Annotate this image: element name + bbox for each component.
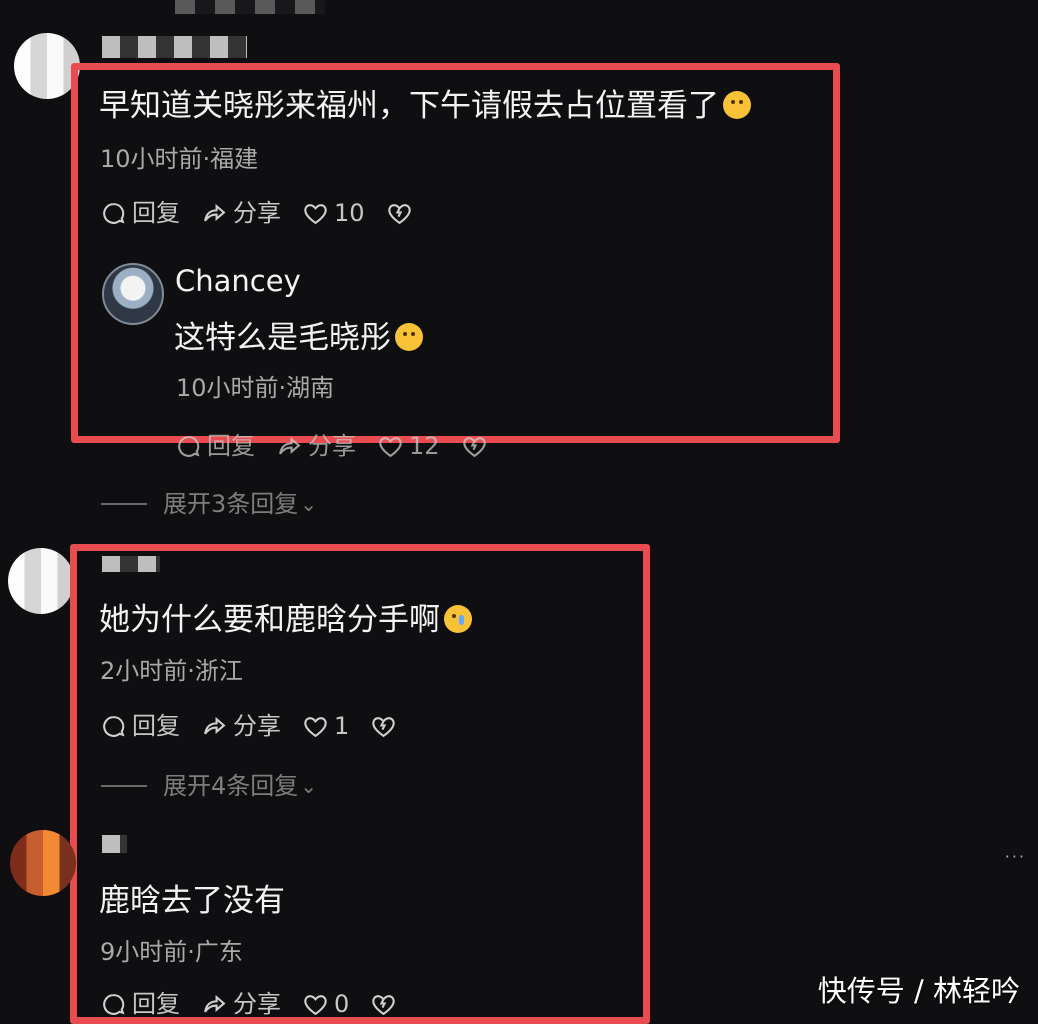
thinking-emoji-icon <box>723 90 751 119</box>
like-button[interactable]: 12 <box>378 432 440 460</box>
chancey-avatar[interactable] <box>102 263 164 325</box>
share-icon <box>204 716 226 734</box>
dislike-button[interactable] <box>371 714 402 739</box>
reply-icon <box>103 715 125 737</box>
heart-icon <box>304 994 327 1015</box>
blurred-top-text <box>175 0 325 14</box>
heart-icon <box>304 203 327 224</box>
comment-text-2: 她为什么要和鹿晗分手啊 <box>99 602 472 638</box>
divider-line <box>101 503 147 505</box>
more-options-icon[interactable]: ··· <box>1005 847 1026 866</box>
reply-text: 这特么是毛晓彤 <box>174 320 423 356</box>
reply-author[interactable]: Chancey <box>175 263 301 299</box>
comment-text-3: 鹿晗去了没有 <box>99 883 285 919</box>
share-button[interactable]: 分享 <box>202 712 281 740</box>
reply-button[interactable]: 回复 <box>176 432 255 460</box>
share-icon <box>204 203 226 221</box>
comment-actions-2: 回复 分享 1 <box>101 712 424 740</box>
comment-meta-2: 2小时前·浙江 <box>100 657 243 685</box>
expand-replies-2[interactable]: 展开4条回复 ⌄ <box>101 772 317 800</box>
broken-heart-icon <box>372 716 395 737</box>
share-icon <box>279 436 301 454</box>
reply-button[interactable]: 回复 <box>101 199 180 227</box>
dislike-button[interactable] <box>371 992 402 1017</box>
broken-heart-icon <box>372 994 395 1015</box>
like-button[interactable]: 10 <box>303 199 365 227</box>
reply-actions-partial: 回复 分享 12 <box>176 432 515 460</box>
reply-meta: 10小时前·湖南 <box>176 374 335 402</box>
expand-replies-1[interactable]: 展开3条回复 ⌄ <box>101 490 317 518</box>
reply-icon <box>178 435 200 457</box>
smile-emoji-icon <box>395 322 423 351</box>
comment-text-1: 早知道关晓彤来福州，下午请假去占位置看了 <box>99 88 751 124</box>
blurred-username[interactable] <box>102 36 247 58</box>
reply-button[interactable]: 回复 <box>101 712 180 740</box>
dislike-button[interactable] <box>462 434 493 459</box>
chevron-down-icon: ⌄ <box>300 774 318 798</box>
comment-actions-1: 回复 分享 10 <box>101 199 440 227</box>
reply-icon <box>103 202 125 224</box>
heart-icon <box>379 436 402 457</box>
share-button[interactable]: 分享 <box>277 432 356 460</box>
chevron-down-icon: ⌄ <box>300 492 318 516</box>
share-icon <box>204 994 226 1012</box>
share-button[interactable]: 分享 <box>202 199 281 227</box>
broken-heart-icon <box>387 203 411 224</box>
blurred-avatar[interactable] <box>10 830 76 896</box>
crying-emoji-icon <box>444 604 472 633</box>
blurred-avatar[interactable] <box>8 548 74 614</box>
heart-icon <box>304 716 327 737</box>
comment-meta-1: 10小时前·福建 <box>100 145 259 173</box>
watermark: 快传号 / 林轻吟 <box>817 974 1020 1008</box>
broken-heart-icon <box>462 436 486 457</box>
divider-line <box>101 785 147 787</box>
reply-icon <box>103 993 125 1015</box>
blurred-username[interactable] <box>102 835 127 853</box>
comment-meta-3: 9小时前·广东 <box>100 938 243 966</box>
dislike-button[interactable] <box>387 201 418 226</box>
like-button[interactable]: 1 <box>303 712 349 740</box>
